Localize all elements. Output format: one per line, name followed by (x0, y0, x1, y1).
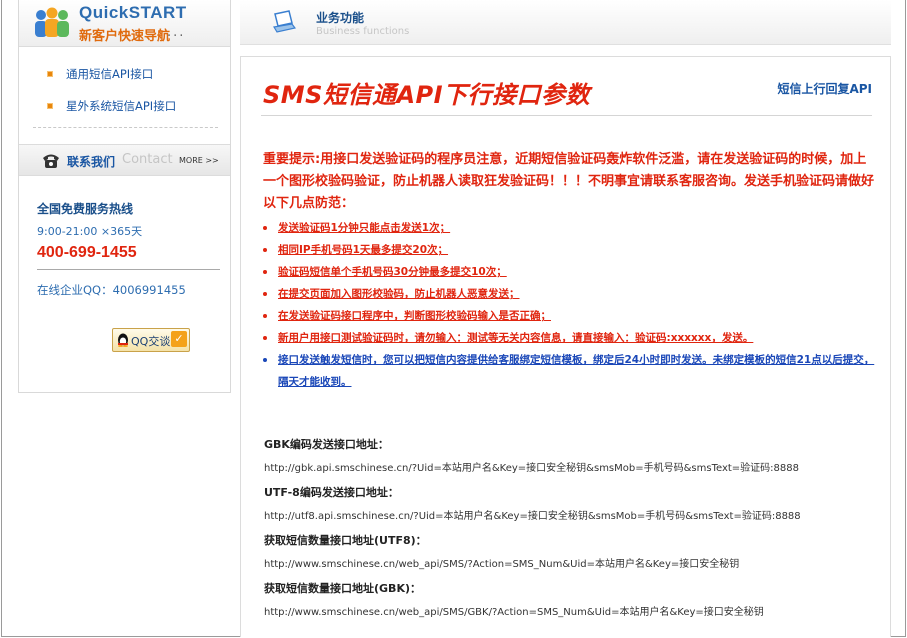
api-label: UTF-8编码发送接口地址： (264, 486, 399, 499)
api-url: http://utf8.api.smschinese.cn/?Uid=本站用户名… (264, 511, 801, 522)
business-title-en: Business functions (316, 26, 410, 37)
more-link[interactable]: MORE >> (179, 156, 219, 165)
quickstart-subtitle: 新客户快速导航 (79, 29, 171, 44)
api-url: http://gbk.api.smschinese.cn/?Uid=本站用户名&… (264, 463, 799, 474)
api-label: 获取短信数量接口地址(UTF8)： (264, 534, 427, 547)
bullet-icon (263, 336, 267, 340)
telephone-icon (43, 154, 59, 168)
list-item: 接口发送触发短信时，您可以把短信内容提供给客服绑定短信模板，绑定后24小时即时发… (261, 349, 875, 393)
sidebar-item-label: 星外系统短信API接口 (66, 99, 177, 113)
quickstart-dots: ... (167, 25, 186, 40)
divider (261, 115, 872, 116)
list-item: 在提交页面加入图形校验码，防止机器人恶意发送； (261, 283, 875, 305)
tip-text: 发送验证码1分钟只能点击发送1次； (278, 222, 451, 234)
list-item: 验证码短信单个手机号码30分钟最多提交10次； (261, 261, 875, 283)
content-panel: SMS短信通API下行接口参数 短信上行回复API 重要提示:用接口发送验证码的… (240, 56, 891, 637)
divider (37, 269, 220, 270)
sidebar-item-xingwai-api[interactable]: 星外系统短信API接口 (19, 90, 230, 122)
bullet-icon (263, 226, 267, 230)
quickstart-header[interactable]: QuickSTART 新客户快速导航 ... (19, 0, 230, 47)
tip-text: 验证码短信单个手机号码30分钟最多提交10次； (278, 266, 507, 278)
api-url: http://www.smschinese.cn/web_api/SMS/?Ac… (264, 559, 740, 570)
business-header: 业务功能 Business functions (240, 0, 891, 45)
api-label: 获取短信数量接口地址(GBK)： (264, 582, 421, 595)
sidebar-menu: 通用短信API接口 星外系统短信API接口 (19, 58, 230, 122)
sidebar-item-general-api[interactable]: 通用短信API接口 (19, 58, 230, 90)
enterprise-qq: 在线企业QQ：4006991455 (37, 283, 186, 297)
bullet-icon (263, 314, 267, 318)
contact-title: 联系我们 (67, 155, 116, 169)
sms-reply-api-link[interactable]: 短信上行回复API (777, 80, 872, 97)
hotline-title: 全国免费服务热线 (37, 202, 134, 216)
qq-chat-button[interactable]: QQ交谈 ✓ (112, 328, 190, 352)
quickstart-title: QuickSTART (79, 3, 187, 22)
check-icon: ✓ (171, 331, 187, 347)
list-item: 新用户用接口测试验证码时，请勿输入：测试等无关内容信息，请直接输入：验证码:xx… (261, 327, 875, 349)
tip-text: 在提交页面加入图形校验码，防止机器人恶意发送； (278, 288, 520, 300)
list-item: 在发送验证码接口程序中，判断图形校验码输入是否正确； (261, 305, 875, 327)
api-url: http://www.smschinese.cn/web_api/SMS/GBK… (264, 607, 764, 618)
laptop-icon (273, 10, 296, 33)
important-notice: 重要提示:用接口发送验证码的程序员注意，近期短信验证码轰炸软件泛滥，请在发送验证… (263, 152, 875, 211)
list-item: 发送验证码1分钟只能点击发送1次； (261, 217, 875, 239)
bullet-icon (263, 292, 267, 296)
tip-text: 新用户用接口测试验证码时，请勿输入：测试等无关内容信息，请直接输入：验证码:xx… (278, 332, 754, 344)
divider (33, 127, 218, 128)
api-label: GBK编码发送接口地址： (264, 438, 389, 451)
bullet-icon (263, 248, 267, 252)
service-hours: 9:00-21:00 ×365天 (37, 225, 143, 238)
contact-header: 联系我们 Contact MORE >> (19, 144, 230, 176)
list-item: 相同IP手机号码1天最多提交20次； (261, 239, 875, 261)
square-bullet-icon (47, 103, 53, 109)
bullet-icon (263, 358, 267, 362)
sidebar-item-label: 通用短信API接口 (66, 67, 154, 81)
people-group-icon (35, 7, 69, 37)
security-tips-list: 发送验证码1分钟只能点击发送1次； 相同IP手机号码1天最多提交20次； 验证码… (261, 217, 875, 393)
tip-text: 在发送验证码接口程序中，判断图形校验码输入是否正确； (278, 310, 551, 322)
sidebar: QuickSTART 新客户快速导航 ... 通用短信API接口 星外系统短信A… (18, 0, 231, 393)
qq-chat-label: QQ交谈 (131, 335, 171, 348)
bullet-icon (263, 270, 267, 274)
business-title: 业务功能 (316, 11, 365, 25)
qq-penguin-icon (118, 333, 128, 347)
api-endpoints: GBK编码发送接口地址： http://gbk.api.smschinese.c… (264, 433, 876, 625)
tip-text: 接口发送触发短信时，您可以把短信内容提供给客服绑定短信模板，绑定后24小时即时发… (278, 354, 875, 388)
hotline-phone: 400-699-1455 (37, 244, 137, 261)
contact-title-en: Contact (122, 152, 173, 167)
page-title: SMS短信通API下行接口参数 (263, 81, 591, 109)
square-bullet-icon (47, 71, 53, 77)
tip-text: 相同IP手机号码1天最多提交20次； (278, 244, 449, 256)
